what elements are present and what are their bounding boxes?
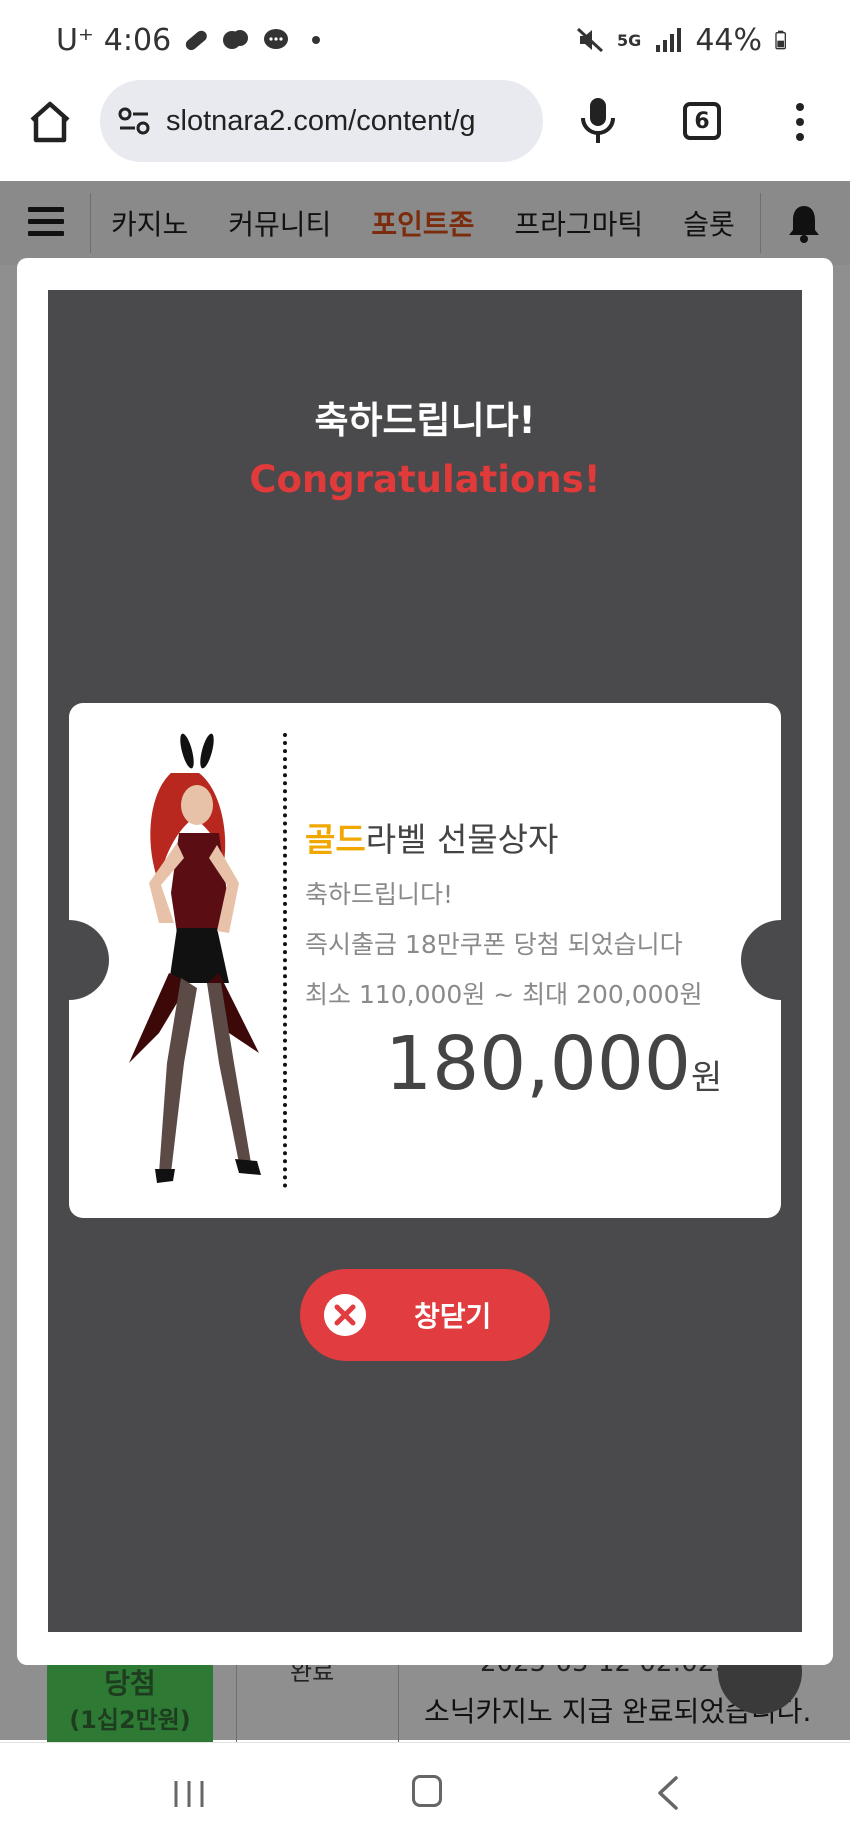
badge-line: (1십2만원) [69, 1706, 191, 1734]
url-text: slotnara2.com/content/g [166, 104, 476, 137]
bell-icon[interactable] [786, 203, 822, 243]
ticket-notch [741, 920, 781, 1000]
more-options-icon[interactable] [790, 102, 810, 142]
nav-menu: 카지노 커뮤니티 포인트존 프라그마틱 슬롯 [111, 181, 775, 265]
coupon-range: 최소 110,000원 ~ 최대 200,000원 [305, 980, 703, 1009]
pill-icon [186, 30, 207, 51]
home-icon[interactable] [26, 98, 74, 146]
status-badge: 당첨 (1십2만원) [47, 1656, 213, 1742]
threads-icon [223, 30, 249, 49]
nav-item-casino[interactable]: 카지노 [111, 203, 188, 243]
nav-item-community[interactable]: 커뮤니티 [228, 203, 331, 243]
close-popup-label: 창닫기 [414, 1300, 492, 1333]
perforation-line [283, 733, 287, 1188]
tab-switcher-button[interactable]: 6 [683, 102, 721, 140]
coupon-amount: 180,000원 [385, 1021, 722, 1107]
chat-icon [264, 29, 289, 49]
popup-title: 축하드립니다! [314, 399, 536, 442]
badge-line: 당첨 [104, 1667, 156, 1700]
battery-icon [775, 30, 786, 50]
hamburger-menu-icon[interactable] [28, 207, 64, 237]
back-icon[interactable] [654, 1775, 680, 1811]
battery-percent: 44% [695, 22, 762, 58]
system-navigation-bar [0, 1742, 850, 1842]
nav-divider [90, 193, 91, 253]
microphone-icon[interactable] [578, 96, 618, 146]
nav-divider [760, 193, 761, 253]
character-illustration [129, 733, 261, 1183]
status-bar: U⁺ 4:06 5G 44% [0, 0, 850, 80]
amount-unit: 원 [691, 1058, 723, 1098]
nav-item-pointzone[interactable]: 포인트존 [371, 203, 474, 243]
close-icon [324, 1294, 366, 1336]
coupon-details: 골드라벨 선물상자 축하드립니다! 즉시출금 18만쿠폰 당첨 되었습니다 최소… [305, 813, 703, 1011]
close-popup-button[interactable]: 창닫기 [300, 1269, 550, 1361]
dot-icon [312, 36, 321, 44]
carrier-label: U⁺ [56, 22, 94, 58]
coupon-description: 즉시출금 18만쿠폰 당첨 되었습니다 [305, 930, 683, 959]
browser-toolbar: slotnara2.com/content/g 6 [0, 80, 850, 180]
amount-value: 180,000 [385, 1021, 692, 1107]
address-bar[interactable]: slotnara2.com/content/g [100, 80, 543, 162]
nav-item-slot[interactable]: 슬롯 [683, 203, 735, 243]
site-settings-icon[interactable] [116, 103, 152, 139]
home-button[interactable] [412, 1775, 442, 1807]
coupon-tier: 골드 [305, 820, 366, 859]
site-navigation: 카지노 커뮤니티 포인트존 프라그마틱 슬롯 [0, 181, 850, 265]
clock: 4:06 [103, 22, 172, 58]
coupon-message: 축하드립니다! [305, 880, 454, 909]
popup-subtitle: Congratulations! [249, 458, 601, 501]
mute-icon [577, 27, 604, 53]
signal-icon [656, 28, 682, 52]
coupon-card: 골드라벨 선물상자 축하드립니다! 즉시출금 18만쿠폰 당첨 되었습니다 최소… [69, 703, 781, 1218]
network-type: 5G [617, 30, 642, 50]
recent-apps-icon[interactable] [172, 1779, 206, 1809]
coupon-title: 골드라벨 선물상자 [305, 813, 703, 861]
coupon-title-rest: 라벨 선물상자 [365, 820, 559, 859]
tab-count: 6 [694, 108, 710, 134]
nav-item-pragmatic[interactable]: 프라그마틱 [514, 203, 643, 243]
